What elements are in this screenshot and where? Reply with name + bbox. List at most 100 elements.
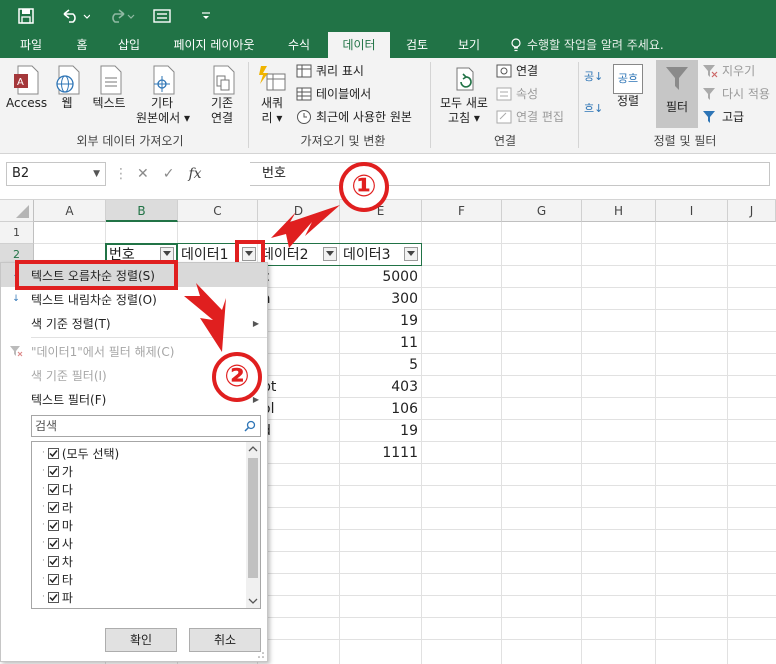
table-cell[interactable]: a [262,288,332,310]
menu-sort-by-color[interactable]: 색 기준 정렬(T) ▶ [1,311,267,335]
filter-value-item[interactable]: · 사 [42,534,73,552]
formula-input[interactable]: 번호 [250,162,770,186]
form-icon[interactable] [150,4,174,28]
refresh-all-button[interactable]: 모두 새로 고침 ▾ [436,64,492,126]
connections-button[interactable]: 연결 [496,62,538,79]
scroll-down-icon[interactable] [246,594,260,608]
table-cell[interactable]: pt [262,376,332,398]
checkbox-checked-icon[interactable] [47,501,59,513]
filter-dropdown-data3[interactable] [404,247,418,261]
column-header-f[interactable]: F [422,200,502,222]
table-cell[interactable]: 5 [340,354,418,376]
table-cell[interactable]: 11 [340,332,418,354]
tab-insert[interactable]: 삽입 [114,32,144,58]
scrollbar-thumb[interactable] [248,458,258,578]
table-cell[interactable]: 19 [340,310,418,332]
clear-filter-button[interactable]: 지우기 [702,62,755,79]
table-cell[interactable] [262,354,332,376]
menu-sort-descending[interactable]: ↓ 텍스트 내림차순 정렬(O) [1,287,267,311]
scroll-up-icon[interactable] [246,442,260,456]
filter-value-item[interactable]: · 라 [42,498,73,516]
advanced-filter-button[interactable]: 고급 [702,108,744,125]
table-cell[interactable]: c [262,266,332,288]
show-queries-button[interactable]: 쿼리 표시 [296,62,364,79]
cancel-button[interactable]: 취소 [189,628,261,652]
table-cell[interactable]: 19 [340,420,418,442]
row-header[interactable]: 1 [0,222,34,244]
checkbox-checked-icon[interactable] [47,555,59,567]
undo-icon[interactable] [58,4,92,28]
table-cell[interactable]: 403 [340,376,418,398]
checkbox-checked-icon[interactable] [47,537,59,549]
redo-icon[interactable] [104,4,138,28]
properties-button[interactable]: 속성 [496,85,538,102]
table-cell[interactable]: t [262,442,332,464]
tab-home[interactable]: 홈 [72,32,92,58]
checkbox-checked-icon[interactable] [47,591,59,603]
filter-value-item[interactable]: · 마 [42,516,73,534]
column-header-g[interactable]: G [502,200,582,222]
access-button[interactable]: A Access [6,64,47,111]
filter-value-item[interactable]: · 파 [42,588,73,606]
checkbox-checked-icon[interactable] [47,519,59,531]
table-cell[interactable] [262,332,332,354]
web-button[interactable]: 웹 [52,64,82,111]
name-box-dropdown-icon[interactable]: ▼ [93,163,100,185]
table-cell[interactable]: 1111 [340,442,418,464]
insert-function-button[interactable]: fx [188,166,201,182]
filter-value-item[interactable]: · 타 [42,570,73,588]
select-all-corner[interactable] [0,200,34,222]
tab-view[interactable]: 보기 [454,32,484,58]
new-query-button[interactable]: 새쿼 리 ▾ [254,64,290,126]
table-cell[interactable]: 5000 [340,266,418,288]
tell-me-search[interactable]: 수행할 작업을 알려 주세요. [510,32,664,58]
save-icon[interactable] [14,4,38,28]
filter-list-scrollbar[interactable] [246,442,260,608]
tab-review[interactable]: 검토 [402,32,432,58]
checkbox-checked-icon[interactable] [47,447,59,459]
table-cell[interactable]: ol [262,398,332,420]
filter-value-item[interactable]: · (모두 선택) [42,444,119,462]
existing-connections-button[interactable]: 기존 연결 [200,64,244,126]
edit-links-button[interactable]: 연결 편집 [496,108,564,125]
filter-search-input[interactable]: 검색 [31,415,261,437]
sort-button[interactable]: 공흐 정렬 [608,64,648,109]
filter-value-item[interactable]: · 다 [42,480,73,498]
customize-icon[interactable] [196,4,216,28]
column-header-c[interactable]: C [178,200,258,222]
filter-value-item[interactable]: · 가 [42,462,73,480]
tab-file[interactable]: 파일 [16,32,46,58]
reapply-button[interactable]: 다시 적용 [702,85,770,102]
formula-bar-grip-icon[interactable]: ⋮ [114,166,128,182]
table-cell[interactable]: 300 [340,288,418,310]
from-table-button[interactable]: 테이블에서 [296,85,371,102]
filter-value-item[interactable]: · 차 [42,552,73,570]
sort-ascending-button[interactable]: 공↓ [584,68,603,84]
column-header-b[interactable]: B [106,200,178,222]
table-cell[interactable]: t [262,310,332,332]
checkbox-checked-icon[interactable] [47,465,59,477]
tab-page-layout[interactable]: 페이지 레이아웃 [166,32,262,58]
header-cell-data3[interactable]: 데이터3 [343,244,405,266]
recent-sources-button[interactable]: 최근에 사용한 원본 [296,108,412,125]
header-cell-data2[interactable]: 데이터2 [261,244,323,266]
column-header-j[interactable]: J [728,200,776,222]
column-header-d[interactable]: D [258,200,340,222]
column-header-i[interactable]: I [656,200,728,222]
checkbox-checked-icon[interactable] [47,483,59,495]
filter-button[interactable]: 필터 [656,60,698,128]
cancel-entry-button[interactable]: ✕ [137,166,149,182]
filter-dropdown-number[interactable] [160,247,174,261]
checkbox-checked-icon[interactable] [47,573,59,585]
other-sources-button[interactable]: 기타 원본에서 ▾ [136,64,190,126]
ok-button[interactable]: 확인 [105,628,177,652]
tab-formulas[interactable]: 수식 [284,32,314,58]
name-box[interactable]: B2 ▼ [6,162,106,186]
column-header-a[interactable]: A [34,200,106,222]
filter-dropdown-data2[interactable] [323,247,337,261]
table-cell[interactable]: d [262,420,332,442]
enter-button[interactable]: ✓ [163,166,175,182]
text-button[interactable]: 텍스트 [88,64,130,111]
table-cell[interactable]: 106 [340,398,418,420]
tab-data[interactable]: 데이터 [328,32,390,58]
